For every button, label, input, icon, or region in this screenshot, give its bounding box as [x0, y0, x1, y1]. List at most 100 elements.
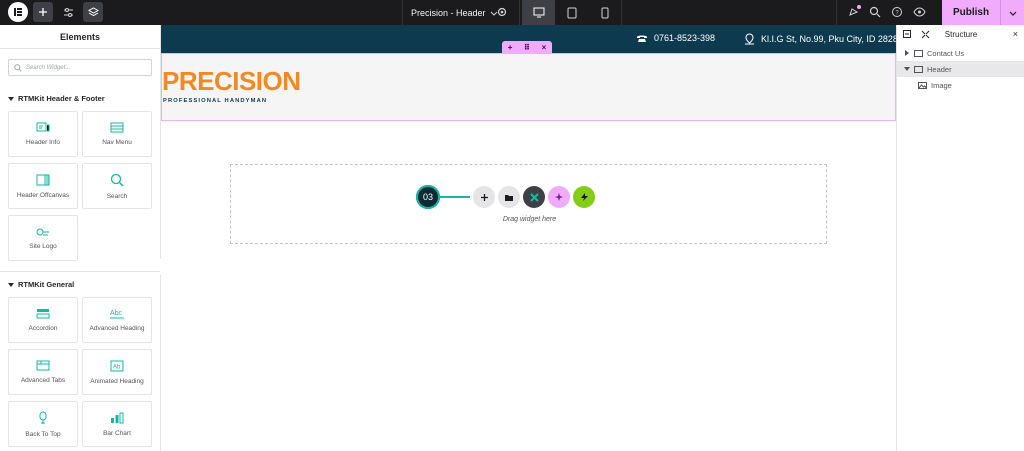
- animated-heading-icon: Ab: [110, 360, 124, 371]
- caret-down-icon: [8, 96, 14, 101]
- svg-text:?: ?: [895, 10, 899, 16]
- add-section-icon[interactable]: +: [508, 43, 513, 52]
- top-bar-right: ?: [836, 0, 926, 25]
- category-title: RTMKit General: [18, 280, 75, 289]
- widget-search[interactable]: Search: [82, 163, 152, 209]
- widget-nav-menu[interactable]: Nav Menu: [82, 111, 152, 157]
- preview-eye-icon[interactable]: [913, 6, 926, 20]
- document-title: Precision - Header: [411, 7, 486, 18]
- widget-label: Advanced Tabs: [20, 377, 66, 384]
- widget-label: Nav Menu: [102, 139, 132, 146]
- layers-icon[interactable]: [83, 2, 103, 22]
- caret-down-icon: [8, 282, 14, 287]
- widget-label: Header Info: [26, 139, 60, 146]
- container-icon: [914, 65, 923, 73]
- header-address: Kl.I.G St, No.99, Pku City, ID 28289: [744, 33, 896, 45]
- notifications-icon[interactable]: [847, 4, 861, 20]
- structure-item-header[interactable]: Header: [897, 61, 1024, 77]
- widget-label: Site Logo: [29, 242, 57, 250]
- back-to-top-icon: [39, 411, 47, 424]
- structure-item-contact-us[interactable]: Contact Us: [897, 45, 1024, 61]
- accordion-icon: [36, 309, 50, 319]
- header-phone: 0761-8523-398: [636, 33, 715, 43]
- structure-item-label: Header: [927, 64, 952, 74]
- publish-options-chevron-icon[interactable]: [1000, 0, 1024, 25]
- category-title: RTMKit Header & Footer: [18, 94, 105, 103]
- bar-chart-icon: [111, 412, 124, 423]
- category-general[interactable]: RTMKit General: [8, 280, 74, 289]
- brand-logo[interactable]: PRECISION: [162, 68, 301, 94]
- elementor-logo-icon[interactable]: [8, 2, 28, 22]
- close-icon[interactable]: ×: [1013, 29, 1018, 39]
- widget-accordion[interactable]: Accordion: [8, 297, 78, 343]
- add-element-icon[interactable]: [33, 2, 53, 22]
- offcanvas-icon: [36, 174, 50, 185]
- elements-panel-title: Elements: [0, 25, 160, 49]
- delete-section-icon[interactable]: ×: [542, 43, 547, 52]
- widget-site-logo[interactable]: Site Logo: [8, 215, 78, 261]
- search-widget-icon: [110, 173, 124, 187]
- top-bar: Precision - Header ? Publish: [0, 0, 1024, 25]
- svg-text:Ab: Ab: [113, 364, 121, 370]
- structure-panel: Structure × Contact Us Header Image: [896, 25, 1024, 451]
- widget-advanced-heading[interactable]: Abc Advanced Heading: [82, 297, 152, 343]
- location-pin-icon: [745, 33, 754, 45]
- widget-back-to-top[interactable]: Back To Top: [8, 401, 78, 447]
- widget-bar-chart[interactable]: Bar Chart: [82, 401, 152, 447]
- desktop-view-icon[interactable]: [522, 0, 555, 25]
- structure-item-label: Image: [931, 80, 952, 90]
- mobile-view-icon[interactable]: [588, 0, 621, 25]
- search-widget-input[interactable]: Search Widget...: [8, 59, 152, 76]
- site-settings-icon[interactable]: [58, 2, 78, 22]
- structure-item-image[interactable]: Image: [897, 77, 1024, 93]
- category-header-footer[interactable]: RTMKit Header & Footer: [8, 94, 105, 103]
- quick-builder-bolt-icon[interactable]: [573, 186, 595, 208]
- editor-canvas: 0761-8523-398 Kl.I.G St, No.99, Pku City…: [161, 25, 896, 451]
- drag-handle-icon[interactable]: ⠿: [524, 43, 530, 52]
- structure-item-label: Contact Us: [927, 48, 965, 58]
- header-contact-bar[interactable]: 0761-8523-398 Kl.I.G St, No.99, Pku City…: [161, 25, 896, 53]
- publish-button[interactable]: Publish: [942, 0, 1000, 25]
- add-widget-icon[interactable]: [473, 186, 495, 208]
- widget-label: Back To Top: [25, 430, 61, 438]
- help-icon[interactable]: ?: [891, 6, 903, 20]
- svg-text:Abc: Abc: [110, 310, 123, 317]
- container-icon: [914, 49, 923, 57]
- ai-badge[interactable]: 03: [416, 185, 440, 209]
- category-divider: [0, 271, 160, 272]
- page-settings-gear-icon[interactable]: [496, 6, 508, 20]
- structure-panel-title: Structure: [944, 30, 978, 39]
- widget-label: Advanced Heading: [89, 325, 145, 332]
- widget-label: Search: [106, 192, 128, 200]
- widget-advanced-tabs[interactable]: Advanced Tabs: [8, 349, 78, 395]
- nav-menu-icon: [110, 122, 124, 133]
- dropzone-actions: 03: [416, 185, 595, 209]
- widget-label: Bar Chart: [103, 429, 131, 437]
- rtmkit-library-icon[interactable]: [523, 186, 545, 208]
- caret-down-icon: [904, 67, 910, 71]
- tablet-view-icon[interactable]: [555, 0, 588, 25]
- header-info-icon: [36, 122, 50, 132]
- image-icon: [918, 81, 927, 89]
- template-library-folder-icon[interactable]: [498, 186, 520, 208]
- search-icon: [14, 63, 22, 72]
- header-address-text: Kl.I.G St, No.99, Pku City, ID 28289: [761, 34, 896, 44]
- widget-label: Animated Heading: [90, 377, 144, 385]
- search-icon[interactable]: [869, 6, 881, 20]
- widget-header-offcanvas[interactable]: Header Offcanvas: [8, 163, 78, 209]
- brand-tagline: PROFESSIONAL HANDYMAN: [163, 98, 268, 104]
- section-handle[interactable]: + ⠿ ×: [502, 41, 552, 53]
- widget-label: Accordion: [28, 325, 58, 332]
- header-logo-section[interactable]: PRECISION PROFESSIONAL HANDYMAN: [161, 53, 896, 121]
- site-logo-icon: [36, 228, 49, 235]
- ai-sparkle-icon[interactable]: [548, 186, 570, 208]
- widget-animated-heading[interactable]: Ab Animated Heading: [82, 349, 152, 395]
- badge-connector: [440, 196, 470, 198]
- device-switcher: [522, 0, 622, 25]
- drag-widget-hint: Drag widget here: [502, 216, 557, 223]
- widget-header-info[interactable]: Header Info: [8, 111, 78, 157]
- header-phone-text: 0761-8523-398: [654, 33, 716, 43]
- top-bar-left: [8, 2, 103, 22]
- empty-container-dropzone[interactable]: 03 Drag widget here: [230, 164, 827, 244]
- advanced-heading-icon: Abc: [110, 310, 124, 319]
